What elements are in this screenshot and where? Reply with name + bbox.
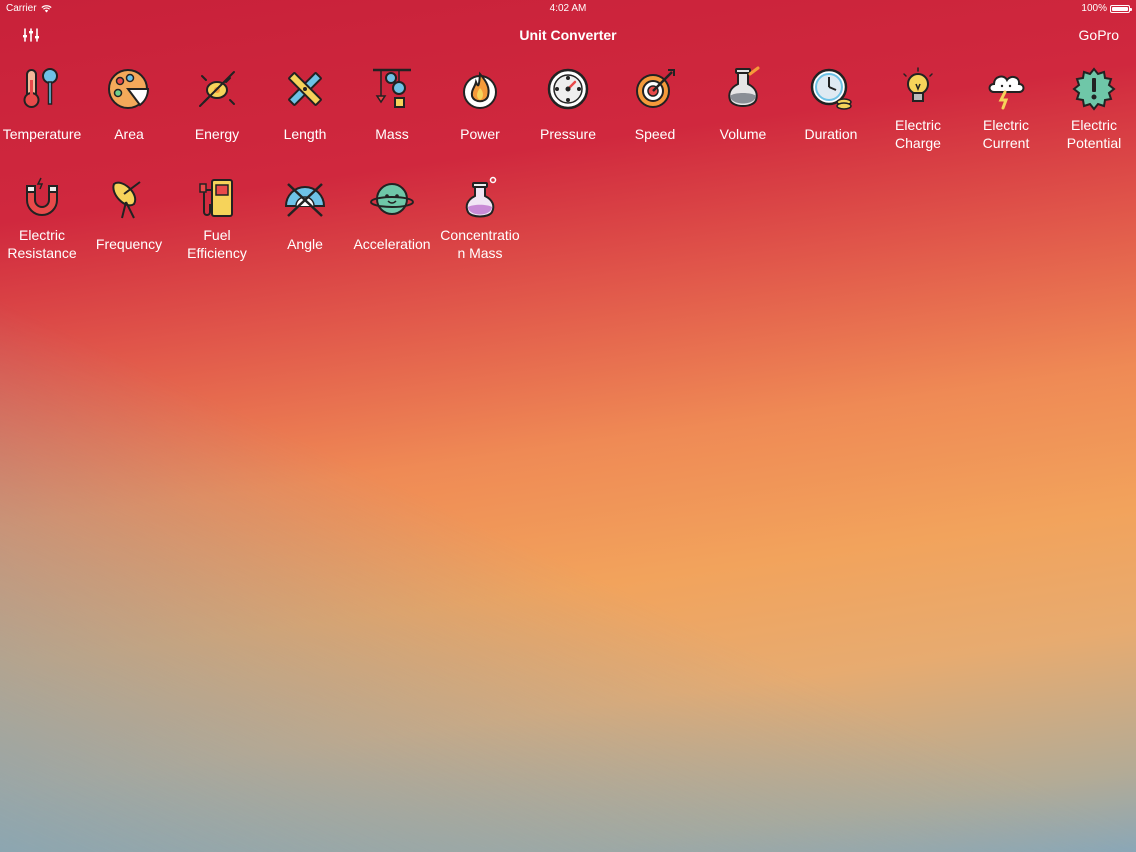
category-label: Speed [634, 126, 676, 142]
category-label: Concentratio n Mass [440, 227, 520, 261]
category-label: Duration [804, 126, 858, 142]
category-label: Electric Current [982, 117, 1030, 151]
protractor-icon [284, 183, 326, 217]
category-label: Volume [719, 126, 767, 142]
category-angle[interactable]: Angle [261, 172, 349, 272]
palette-area-icon [108, 69, 150, 109]
flask-icon [728, 66, 760, 107]
pulley-weights-icon [373, 68, 411, 108]
category-temperature[interactable]: Temperature [0, 62, 86, 162]
category-label: Mass [375, 126, 409, 142]
flame-icon [463, 71, 497, 109]
category-acceleration[interactable]: Acceleration [348, 172, 436, 272]
status-bar: Carrier 4:02 AM 100% [0, 0, 1136, 18]
high-voltage-icon [1072, 67, 1116, 111]
battery-percentage: 100% [1081, 3, 1107, 14]
category-electric-current[interactable]: Electric Current [962, 62, 1050, 162]
energy-bug-icon [199, 71, 235, 107]
category-frequency[interactable]: Frequency [85, 172, 173, 272]
page-title: Unit Converter [519, 27, 617, 43]
category-label: Electric Resistance [7, 227, 77, 261]
category-grid: Temperature Area Energy Length Mass Powe… [0, 62, 1136, 282]
category-label: Frequency [95, 236, 163, 252]
category-label: Pressure [539, 126, 597, 142]
category-row: Temperature Area Energy Length Mass Powe… [0, 62, 1136, 172]
ruler-pencil-icon [288, 72, 322, 106]
thermometer-icon [23, 68, 58, 108]
category-area[interactable]: Area [85, 62, 173, 162]
category-energy[interactable]: Energy [173, 62, 261, 162]
category-mass[interactable]: Mass [348, 62, 436, 162]
category-label: Electric Potential [1066, 117, 1122, 151]
planet-icon [370, 183, 414, 215]
category-label: Power [460, 126, 500, 142]
battery-group: 100% [1081, 3, 1132, 14]
magnet-icon [26, 177, 58, 216]
navigation-bar: Unit Converter GoPro [0, 18, 1136, 52]
category-fuel-efficiency[interactable]: Fuel Efficiency [173, 172, 261, 272]
category-volume[interactable]: Volume [699, 62, 787, 162]
category-duration[interactable]: Duration [787, 62, 875, 162]
category-label: Acceleration [353, 236, 431, 252]
satellite-dish-icon [112, 181, 141, 219]
category-label: Fuel Efficiency [187, 227, 247, 261]
clock-coins-icon [810, 68, 852, 110]
category-label: Temperature [2, 126, 82, 142]
category-row: Electric Resistance Frequency Fuel Efficie… [0, 172, 1136, 282]
category-label: Area [114, 126, 144, 142]
category-concentration-mass[interactable]: Concentratio n Mass [436, 172, 524, 272]
category-length[interactable]: Length [261, 62, 349, 162]
category-label: Length [283, 126, 327, 142]
category-electric-potential[interactable]: Electric Potential [1050, 62, 1136, 162]
category-electric-charge[interactable]: Electric Charge [874, 62, 962, 162]
category-speed[interactable]: Speed [611, 62, 699, 162]
clock: 4:02 AM [549, 3, 587, 14]
battery-icon [1110, 4, 1132, 13]
lightbulb-icon [903, 67, 933, 102]
category-label: Angle [287, 236, 323, 252]
pressure-gauge-icon [547, 68, 589, 110]
category-pressure[interactable]: Pressure [524, 62, 612, 162]
gopro-button[interactable]: GoPro [1079, 27, 1119, 43]
category-power[interactable]: Power [436, 62, 524, 162]
target-arrow-icon [636, 69, 675, 108]
fuel-pump-icon [199, 179, 233, 217]
category-label: Energy [194, 126, 240, 142]
category-label: Electric Charge [895, 117, 941, 151]
category-electric-resistance[interactable]: Electric Resistance [0, 172, 86, 272]
potion-flask-icon [465, 176, 497, 218]
storm-cloud-icon [988, 75, 1025, 110]
